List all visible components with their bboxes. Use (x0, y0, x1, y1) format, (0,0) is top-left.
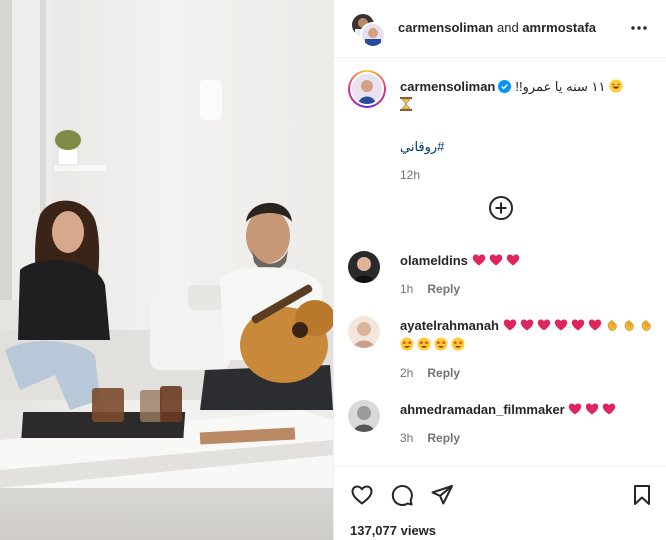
reply-button[interactable]: Reply (427, 282, 460, 296)
heart-emoji-icon (602, 402, 616, 416)
heart-emoji-icon (489, 253, 503, 267)
comment-username[interactable]: ahmedramadan_filmmaker (400, 402, 565, 417)
comment-emojis (568, 402, 619, 417)
heart-emoji-icon (588, 318, 602, 332)
send-icon[interactable] (430, 483, 454, 507)
hourglass-emoji-icon (400, 97, 414, 111)
more-options-icon[interactable] (629, 18, 649, 38)
comment-meta: 3h Reply (400, 429, 660, 448)
comment-body: ahmedramadan_filmmaker 3h Reply (400, 400, 660, 448)
post-authors: carmensoliman and amrmostafa (398, 20, 596, 35)
star-eyes-emoji-icon (434, 337, 448, 351)
caption-hashtag[interactable]: #روقاني (400, 138, 655, 156)
reply-button[interactable]: Reply (427, 366, 460, 380)
comment-time: 3h (400, 431, 414, 445)
comment-time: 1h (400, 282, 414, 296)
star-eyes-emoji-icon (417, 337, 431, 351)
heart-emoji-icon (472, 253, 486, 267)
view-count: 137,077 views (350, 523, 437, 538)
post-header: carmensoliman and amrmostafa (334, 0, 666, 58)
heart-emoji-icon (568, 402, 582, 416)
heart-emoji-icon (503, 318, 517, 332)
post-details-panel: carmensoliman and amrmostafa carmensolim… (333, 0, 666, 540)
plus-circle-icon[interactable] (488, 195, 514, 221)
commenter-avatar[interactable] (348, 316, 380, 348)
caption-avatar[interactable] (348, 70, 386, 108)
comment-body: ayatelrahmanah 2h Reply (400, 316, 660, 383)
collab-avatars[interactable] (350, 12, 386, 48)
comment-username[interactable]: olameldins (400, 253, 468, 268)
caption-text: ١١ سنه يا عمرو!! (515, 79, 606, 94)
comment-meta: 1h Reply (400, 280, 660, 299)
heart-emoji-icon (537, 318, 551, 332)
caption-text-block: carmensoliman ١١ سنه يا عمرو!! #روقاني 12… (400, 78, 655, 184)
heart-emoji-icon (554, 318, 568, 332)
bookmark-icon[interactable] (630, 483, 654, 507)
laughing-emoji-icon (609, 79, 623, 93)
clap-emoji-icon (605, 318, 619, 332)
star-eyes-emoji-icon (451, 337, 465, 351)
comment-icon[interactable] (390, 483, 414, 507)
action-bar: 137,077 views (334, 466, 666, 540)
author-link-1[interactable]: carmensoliman (398, 20, 493, 35)
clap-emoji-icon (639, 318, 653, 332)
comment-time: 2h (400, 366, 414, 380)
post-video[interactable] (0, 0, 333, 540)
heart-emoji-icon (520, 318, 534, 332)
commenter-avatar[interactable] (348, 251, 380, 283)
reply-button[interactable]: Reply (427, 431, 460, 445)
author-link-2[interactable]: amrmostafa (522, 20, 596, 35)
caption-timestamp: 12h (400, 168, 421, 182)
comment-username[interactable]: ayatelrahmanah (400, 318, 499, 333)
commenter-avatar[interactable] (348, 400, 380, 432)
clap-emoji-icon (622, 318, 636, 332)
comment-emojis (472, 253, 523, 268)
heart-emoji-icon (571, 318, 585, 332)
comment-body: olameldins 1h Reply (400, 251, 660, 299)
avatar-carmensoliman[interactable] (360, 22, 386, 48)
comment-meta: 2h Reply (400, 364, 660, 383)
video-frame (0, 0, 333, 540)
caption-username[interactable]: carmensoliman (400, 79, 495, 94)
heart-emoji-icon (506, 253, 520, 267)
verified-badge-icon (498, 80, 512, 93)
star-eyes-emoji-icon (400, 337, 414, 351)
heart-emoji-icon (585, 402, 599, 416)
authors-joiner: and (497, 20, 519, 35)
heart-icon[interactable] (350, 483, 374, 507)
